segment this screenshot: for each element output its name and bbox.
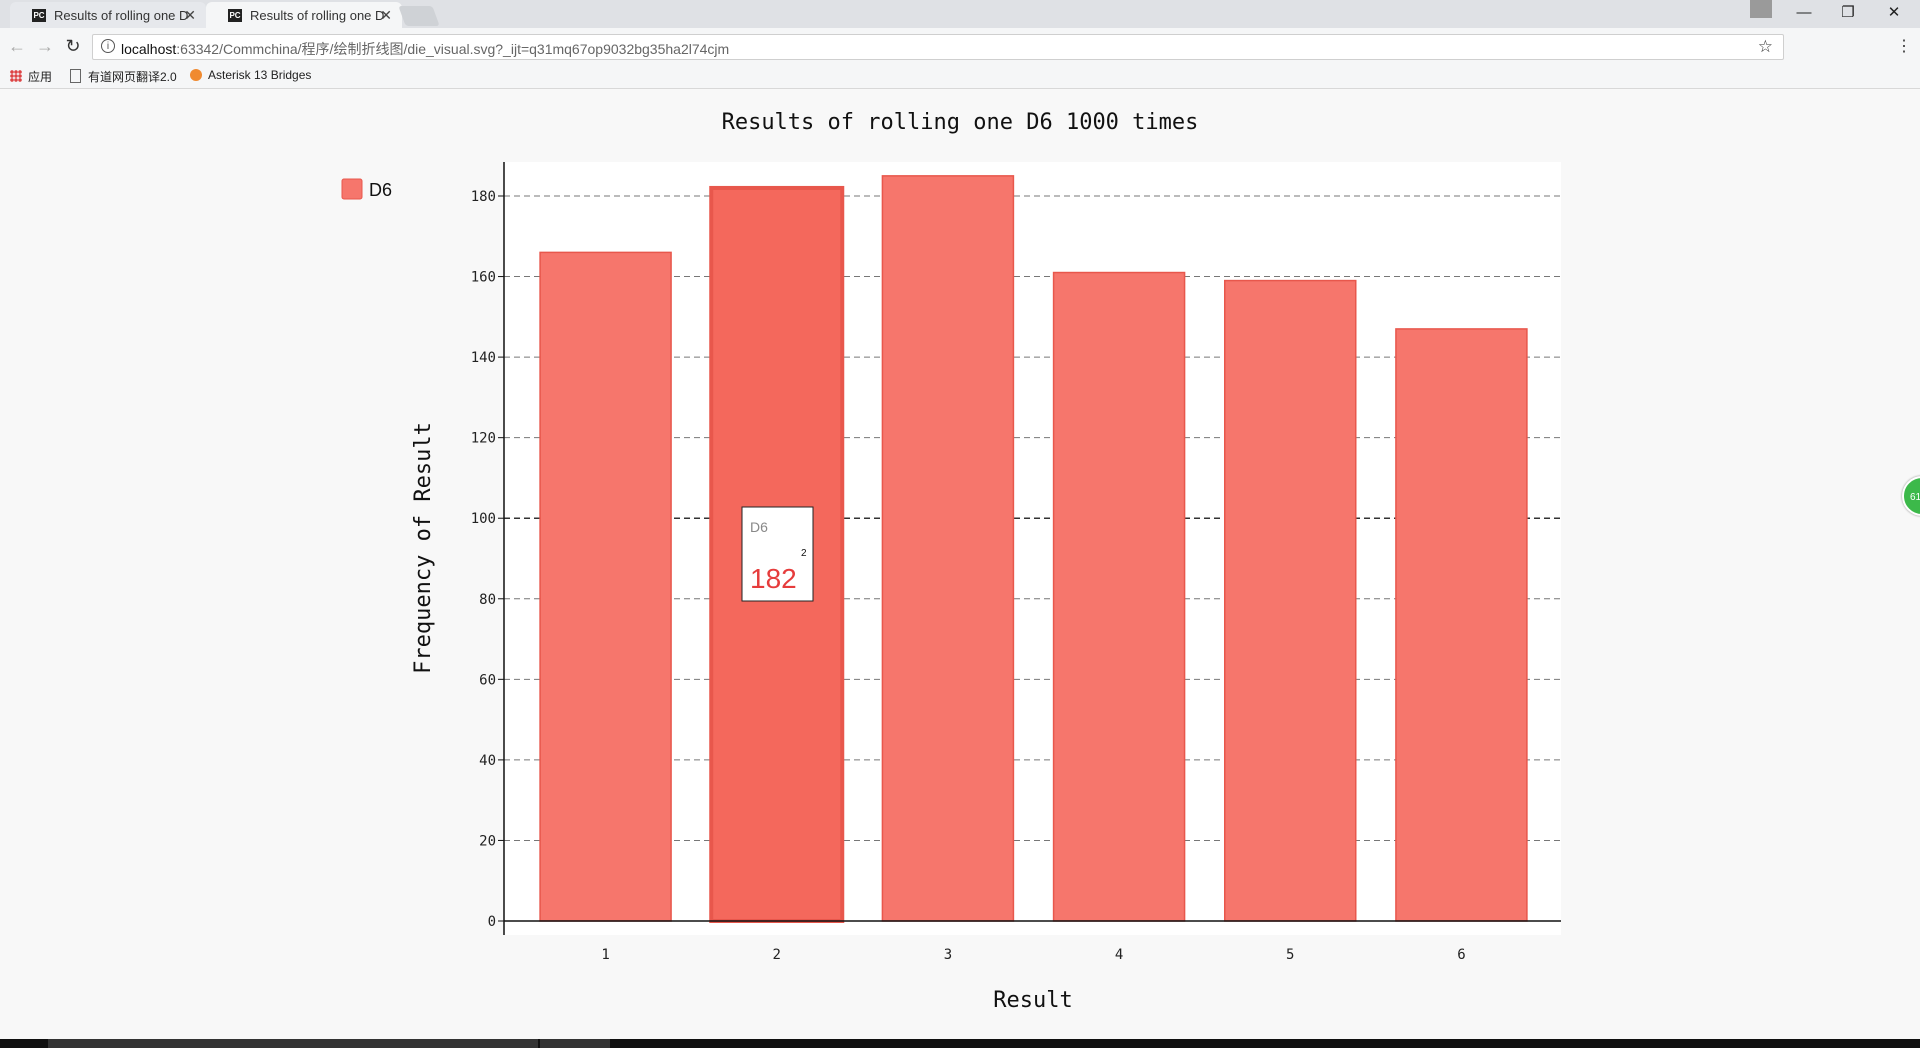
x-tick-label: 5 xyxy=(1286,947,1294,963)
y-axis-ticks: 0 20 40 60 80 100 120 140 160 180 xyxy=(471,189,504,930)
bar-chart: Results of rolling one D6 1000 times D6 … xyxy=(341,110,1561,1013)
bar-6 xyxy=(1395,328,1528,922)
legend[interactable]: D6 xyxy=(341,178,392,200)
taskbar-item[interactable] xyxy=(540,1039,610,1048)
y-tick-label: 60 xyxy=(479,672,496,688)
y-tick-label: 140 xyxy=(471,350,496,366)
x-tick-label: 1 xyxy=(601,947,609,963)
x-axis-label: Result xyxy=(993,988,1072,1013)
y-tick-label: 120 xyxy=(471,431,496,447)
bar-3 xyxy=(881,175,1015,922)
y-tick-label: 160 xyxy=(471,270,496,286)
x-tick-label: 6 xyxy=(1457,947,1465,963)
tooltip: D6 2 182 xyxy=(741,506,814,602)
taskbar xyxy=(0,1039,1920,1048)
taskbar-item[interactable] xyxy=(48,1039,538,1048)
y-tick-label: 80 xyxy=(479,592,496,608)
bar-1 xyxy=(539,251,672,922)
tooltip-category: 2 xyxy=(801,548,807,559)
y-tick-label: 180 xyxy=(471,189,496,205)
x-axis-ticks: 1 2 3 4 5 6 xyxy=(601,947,1465,963)
legend-label: D6 xyxy=(369,180,392,200)
y-tick-label: 0 xyxy=(488,914,496,930)
legend-swatch xyxy=(341,178,363,200)
y-tick-label: 20 xyxy=(479,833,496,849)
tooltip-series: D6 xyxy=(750,519,768,535)
x-tick-label: 2 xyxy=(773,947,781,963)
y-tick-label: 40 xyxy=(479,753,496,769)
bar-5 xyxy=(1224,279,1357,922)
y-axis-label: Frequency of Result xyxy=(411,422,436,674)
tooltip-value: 182 xyxy=(750,563,797,594)
x-tick-label: 4 xyxy=(1115,947,1123,963)
x-tick-label: 3 xyxy=(944,947,952,963)
chart-title: Results of rolling one D6 1000 times xyxy=(722,110,1199,135)
bar-4 xyxy=(1052,271,1186,922)
y-tick-label: 100 xyxy=(471,511,496,527)
